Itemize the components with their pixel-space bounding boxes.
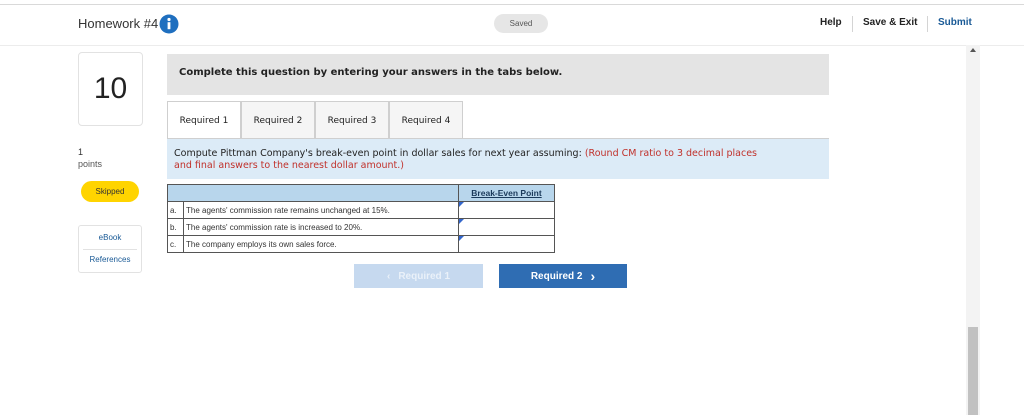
header-divider xyxy=(927,16,928,32)
references-link[interactable]: References xyxy=(79,255,141,264)
break-even-input-c[interactable] xyxy=(459,237,550,251)
answer-cell xyxy=(458,201,555,219)
table-header-blank xyxy=(167,184,459,202)
row-description: The company employs its own sales force. xyxy=(183,235,459,253)
header-divider xyxy=(852,16,853,32)
break-even-column-header: Break-Even Point xyxy=(458,184,555,202)
tab-required-1[interactable]: Required 1 xyxy=(167,101,241,140)
table-header-row: Break-Even Point xyxy=(167,184,555,202)
header-bar: Homework #4 Saved Help Save & Exit Submi… xyxy=(0,5,1024,46)
table-row: a. The agents' commission rate remains u… xyxy=(167,201,555,219)
answer-flag-icon xyxy=(459,219,464,224)
answer-cell xyxy=(458,235,555,253)
question-text: Compute Pittman Company's break-even poi… xyxy=(174,148,582,159)
row-letter: c. xyxy=(167,235,184,253)
question-panel: Compute Pittman Company's break-even poi… xyxy=(167,139,829,179)
tab-required-3[interactable]: Required 3 xyxy=(315,101,389,139)
chevron-right-icon: › xyxy=(590,268,596,284)
question-hint-part-2: and final answers to the nearest dollar … xyxy=(174,160,404,171)
row-description: The agents' commission rate is increased… xyxy=(183,218,459,236)
previous-button-label: Required 1 xyxy=(398,270,451,282)
resource-links-panel: eBook References xyxy=(78,225,142,273)
instruction-text: Complete this question by entering your … xyxy=(179,67,563,78)
help-link[interactable]: Help xyxy=(820,17,842,28)
scrollbar-thumb[interactable] xyxy=(968,327,978,415)
ebook-link[interactable]: eBook xyxy=(79,233,141,242)
next-required-button[interactable]: Required 2 › xyxy=(499,264,627,288)
scroll-up-arrow-icon[interactable] xyxy=(970,48,976,52)
tab-required-4[interactable]: Required 4 xyxy=(389,101,463,139)
question-hint-part-1: (Round CM ratio to 3 decimal places xyxy=(584,148,757,159)
tab-required-2[interactable]: Required 2 xyxy=(241,101,315,139)
table-row: c. The company employs its own sales for… xyxy=(167,235,555,253)
info-icon[interactable] xyxy=(159,14,179,34)
break-even-input-a[interactable] xyxy=(459,203,550,217)
instruction-banner: Complete this question by entering your … xyxy=(167,54,829,95)
answer-flag-icon xyxy=(459,236,464,241)
chevron-left-icon: ‹ xyxy=(386,270,391,282)
divider xyxy=(83,249,137,250)
save-exit-link[interactable]: Save & Exit xyxy=(863,17,917,28)
points-value: 1 xyxy=(78,147,84,157)
table-row: b. The agents' commission rate is increa… xyxy=(167,218,555,236)
row-letter: a. xyxy=(167,201,184,219)
points-label: points xyxy=(78,159,103,169)
row-description: The agents' commission rate remains unch… xyxy=(183,201,459,219)
skipped-status-badge: Skipped xyxy=(81,181,139,202)
break-even-table: Break-Even Point a. The agents' commissi… xyxy=(167,184,555,253)
assignment-title: Homework #4 xyxy=(78,16,159,31)
saved-status-badge: Saved xyxy=(494,14,548,33)
previous-required-button[interactable]: ‹ Required 1 xyxy=(354,264,483,288)
next-button-label: Required 2 xyxy=(530,270,583,282)
break-even-input-b[interactable] xyxy=(459,220,550,234)
submit-link[interactable]: Submit xyxy=(938,17,972,28)
question-number: 10 xyxy=(78,52,143,126)
answer-flag-icon xyxy=(459,202,464,207)
row-letter: b. xyxy=(167,218,184,236)
question-line-1: Compute Pittman Company's break-even poi… xyxy=(174,148,757,159)
answer-cell xyxy=(458,218,555,236)
